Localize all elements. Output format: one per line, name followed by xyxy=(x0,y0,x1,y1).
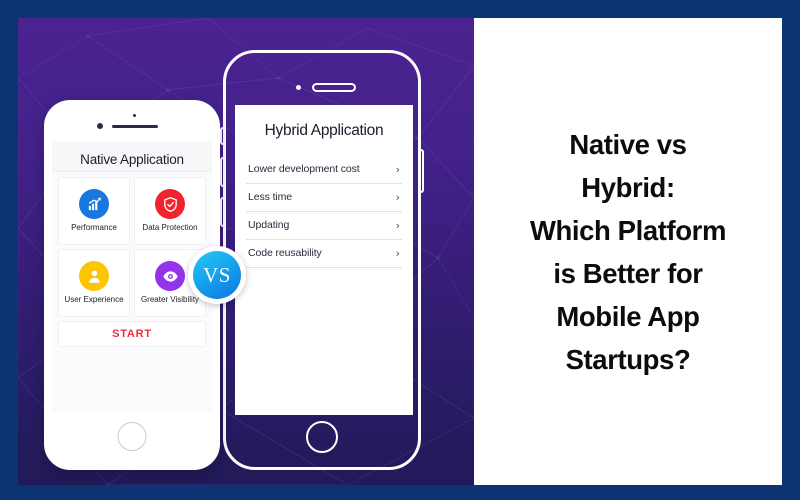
illustration-panel: Native Application Performance Data Prot… xyxy=(18,18,474,485)
native-feature-data-protection[interactable]: Data Protection xyxy=(134,177,206,245)
native-feature-user-experience[interactable]: User Experience xyxy=(58,249,130,317)
page-title: Native vs Hybrid: Which Platform is Bett… xyxy=(530,123,726,381)
native-feature-performance[interactable]: Performance xyxy=(58,177,130,245)
headline-line: Startups? xyxy=(565,343,691,375)
native-app-title: Native Application xyxy=(52,142,212,172)
hybrid-app-title: Hybrid Application xyxy=(264,122,384,139)
hybrid-list-item-less-time[interactable]: Less time › xyxy=(246,184,402,212)
hybrid-phone-volume-down-button xyxy=(220,197,224,227)
versus-badge-label: VS xyxy=(203,262,231,287)
hybrid-phone-silent-switch xyxy=(220,127,224,145)
chevron-right-icon: › xyxy=(395,162,400,176)
headline-line: Which Platform xyxy=(529,214,727,246)
headline-line: Native vs xyxy=(569,128,687,160)
hybrid-list-item-label: Less time xyxy=(248,191,293,203)
hybrid-phone-volume-up-button xyxy=(220,157,224,187)
native-feature-label: Performance xyxy=(71,223,117,233)
native-feature-label: Greater Visibility xyxy=(140,295,200,305)
shield-check-icon xyxy=(155,189,185,220)
hybrid-list-item-label: Code reusability xyxy=(248,247,322,259)
native-phone-speaker-grille xyxy=(112,125,158,128)
hybrid-list-item-label: Lower development cost xyxy=(248,163,360,175)
native-phone-home-button[interactable] xyxy=(117,422,147,451)
versus-badge-circle: VS xyxy=(193,251,241,299)
title-panel: Native vs Hybrid: Which Platform is Bett… xyxy=(474,18,782,485)
poster-frame: Native Application Performance Data Prot… xyxy=(0,0,800,500)
bar-chart-growth-icon xyxy=(79,189,109,220)
hybrid-phone-power-button xyxy=(420,149,424,193)
headline-line: is Better for xyxy=(553,257,703,289)
headline-line: Hybrid: xyxy=(581,171,675,203)
versus-badge: VS xyxy=(188,246,246,304)
native-feature-label: User Experience xyxy=(64,295,124,305)
hybrid-phone-camera-icon xyxy=(296,85,301,90)
chevron-right-icon: › xyxy=(395,190,400,204)
hybrid-list-item-code-reusability[interactable]: Code reusability › xyxy=(246,240,402,268)
chevron-right-icon: › xyxy=(395,218,400,232)
hybrid-list-item-label: Updating xyxy=(248,219,290,231)
start-button[interactable]: START xyxy=(58,321,206,347)
native-phone-camera-icon xyxy=(97,123,103,129)
user-person-icon xyxy=(79,261,109,292)
hybrid-feature-list: Lower development cost › Less time › Upd… xyxy=(235,156,413,268)
native-phone-sensor-dot xyxy=(133,114,136,117)
chevron-right-icon: › xyxy=(395,246,400,260)
hybrid-phone-screen: Hybrid Application Lower development cos… xyxy=(235,105,413,415)
start-button-label: START xyxy=(112,328,152,340)
hybrid-list-item-updating[interactable]: Updating › xyxy=(246,212,402,240)
headline-line: Mobile App xyxy=(556,300,700,332)
eye-icon xyxy=(155,261,185,292)
hybrid-phone-mockup: Hybrid Application Lower development cos… xyxy=(220,50,424,470)
hybrid-phone-home-button[interactable] xyxy=(306,421,338,453)
hybrid-phone-speaker-grille xyxy=(312,83,356,92)
native-feature-label: Data Protection xyxy=(142,223,198,233)
hybrid-list-item-lower-development-cost[interactable]: Lower development cost › xyxy=(246,156,402,184)
native-feature-grid: Performance Data Protection User Experie… xyxy=(52,172,212,317)
